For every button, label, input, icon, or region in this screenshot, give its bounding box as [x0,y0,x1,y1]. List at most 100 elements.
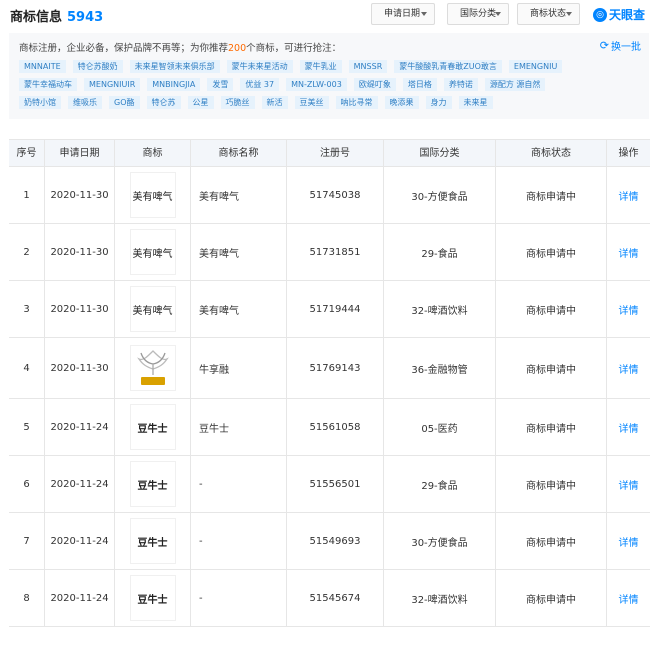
filter-intl-class-dropdown[interactable]: 国际分类 [447,3,509,25]
trademark-logo-text: 豆牛士 [137,423,168,435]
recommend-tag[interactable]: 身力 [425,96,452,109]
recommend-tag[interactable]: 呐比寻常 [335,96,378,109]
recommend-tag[interactable]: GO酪 [109,96,140,109]
cell-logo: 豆牛士 [115,513,191,569]
recommend-tag[interactable]: MNSSR [348,60,388,73]
chevron-down-icon [566,12,572,16]
recommend-tag[interactable]: 特仑苏酸奶 [72,60,123,73]
cell-logo: 美有啤气 [115,224,191,280]
recommend-tag[interactable]: 未来星 [458,96,493,109]
cell-logo: 美有啤气 [115,167,191,223]
trademark-logo-image: 豆牛士 [129,461,176,507]
cell-status: 商标申请中 [496,399,607,455]
cell-name: - [191,570,287,626]
cell-logo: 美有啤气 [115,281,191,337]
recommend-tag[interactable]: 公星 [187,96,214,109]
brand-name: 天眼查 [609,8,646,22]
recommend-tag[interactable]: 欧缇叮象 [353,78,396,91]
recommend-tag[interactable]: 晚添果 [384,96,419,109]
cell-name: 豆牛士 [191,399,287,455]
cell-name: 牛享融 [191,338,287,398]
detail-link[interactable]: 详情 [619,188,639,203]
recommend-tag[interactable]: EMENGNIU [508,60,563,73]
recommend-tag[interactable]: 蒙牛乳业 [299,60,342,73]
cell-logo: 牛享融 [115,338,191,398]
cell-date: 2020-11-30 [45,167,115,223]
recommend-tag[interactable]: MENGNIUIR [84,78,141,91]
brand-icon: ◎ [593,7,607,22]
recommend-tag[interactable]: 未来星智领未来俱乐部 [129,60,220,73]
recommend-tag[interactable]: 豆美丝 [294,96,329,109]
cell-status: 商标申请中 [496,338,607,398]
recommend-tag[interactable]: 蒙牛幸福动车 [19,78,77,91]
column-header-intl-class: 国际分类 [384,140,496,167]
page-title-text: 商标信息 [10,10,63,25]
page-title: 商标信息 5943 [10,6,103,25]
recommend-tag[interactable]: 塔日格 [402,78,437,91]
recommend-tag[interactable]: MNBINGJIA [147,78,201,91]
detail-link[interactable]: 详情 [619,534,639,549]
cell-status: 商标申请中 [496,570,607,626]
column-header-status: 商标状态 [496,140,607,167]
refresh-icon: ⟳ [599,39,609,52]
table-row: 5 2020-11-24 豆牛士 豆牛士 51561058 05-医药 商标申请中 详情 [9,399,650,456]
cell-logo: 豆牛士 [115,456,191,512]
recommend-tag[interactable]: MN-ZLW-003 [286,78,347,91]
tianyancha-logo: ◎ 天眼查 [593,6,645,23]
recommend-tag[interactable]: 蒙牛酸酸乳青春敢ZUO敢言 [394,60,502,73]
recommend-tag[interactable]: 特仑苏 [146,96,181,109]
cell-index: 2 [9,224,45,280]
chevron-down-icon [495,12,501,16]
filter-apply-date-dropdown[interactable]: 申请日期 [371,3,435,25]
recommend-panel: 商标注册，企业必备，保护品牌不再等；为你推荐200个商标，可进行抢注： ⟳ 换一批… [9,33,649,119]
recommend-tag[interactable]: MNNAITE [19,60,66,73]
recommend-number: 200 [228,43,247,54]
cell-action: 详情 [607,338,650,398]
filter-status-dropdown[interactable]: 商标状态 [517,3,580,25]
cell-date: 2020-11-24 [45,513,115,569]
recommend-tag[interactable]: 发雪 [207,78,234,91]
cell-status: 商标申请中 [496,513,607,569]
trademark-logo-text: 美有啤气 [132,191,173,203]
cell-intl-class: 30-方便食品 [384,513,496,569]
detail-link[interactable]: 详情 [619,245,639,260]
detail-link[interactable]: 详情 [619,302,639,317]
table-row: 6 2020-11-24 豆牛士 -51556501 29-食品 商标申请中 详情 [9,456,650,513]
trademark-logo-text: 豆牛士 [137,480,168,492]
filter-intl-class-label: 国际分类 [460,9,497,19]
cell-reg-no: 51561058 [287,399,384,455]
cell-name: 美有啤气 [191,167,287,223]
recommend-text: 商标注册，企业必备，保护品牌不再等；为你推荐200个商标，可进行抢注： [19,40,341,54]
swap-batch-button[interactable]: ⟳ 换一批 [600,38,641,53]
recommend-prefix: 商标注册，企业必备，保护品牌不再等；为你推荐 [19,43,229,54]
recommend-tag[interactable]: 蒙牛未来星活动 [226,60,293,73]
cell-reg-no: 51545674 [287,570,384,626]
recommend-tag[interactable]: 养特诺 [443,78,478,91]
cell-logo: 豆牛士 [115,399,191,455]
cell-date: 2020-11-30 [45,224,115,280]
recommend-tag[interactable]: 优益 37 [240,78,280,91]
cell-name: 美有啤气 [191,224,287,280]
recommend-tag[interactable]: 新活 [261,96,288,109]
recommend-tag-list: MNNAITE 特仑苏酸奶 未来星智领未来俱乐部 蒙牛未来星活动 蒙牛乳业 MNSSR 蒙牛… [19,60,639,114]
cell-intl-class: 30-方便食品 [384,167,496,223]
detail-link[interactable]: 详情 [619,361,639,376]
cell-status: 商标申请中 [496,456,607,512]
column-header-index: 序号 [9,140,45,167]
cell-index: 1 [9,167,45,223]
cell-status: 商标申请中 [496,167,607,223]
recommend-tag[interactable]: 奶特小馆 [19,96,61,109]
recommend-tag[interactable]: 维吸乐 [68,96,102,109]
recommend-tag[interactable]: 源配方 源自然 [484,78,546,91]
detail-link[interactable]: 详情 [619,477,639,492]
column-header-date: 申请日期 [45,140,115,167]
detail-link[interactable]: 详情 [619,591,639,606]
trademark-logo-text: 美有啤气 [132,248,173,260]
recommend-tag[interactable]: 巧脆丝 [220,96,255,109]
cell-reg-no: 51745038 [287,167,384,223]
detail-link[interactable]: 详情 [619,420,639,435]
cell-status: 商标申请中 [496,224,607,280]
cell-name: 美有啤气 [191,281,287,337]
table-row: 3 2020-11-30 美有啤气 美有啤气 51719444 32-啤酒饮料 商标申请中详… [9,281,650,338]
chevron-down-icon [421,12,427,16]
